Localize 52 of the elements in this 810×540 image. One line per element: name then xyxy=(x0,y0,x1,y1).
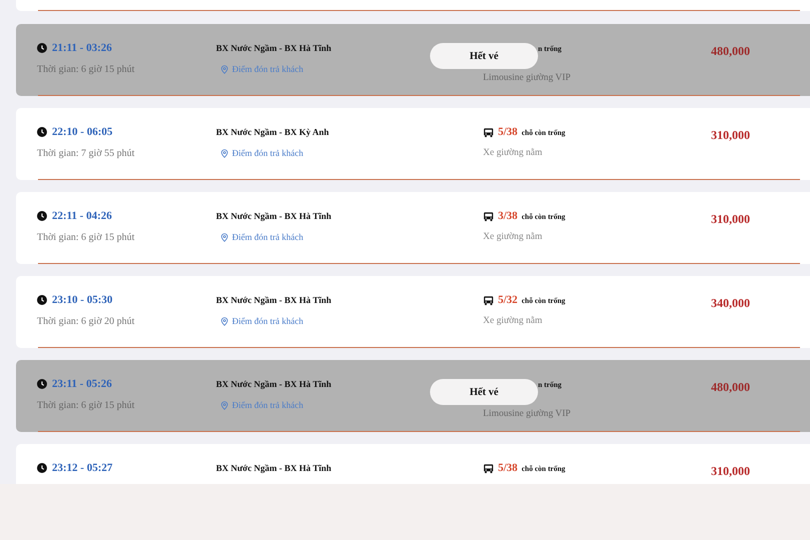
seat-count: 5/38 xyxy=(498,126,518,138)
clock-icon xyxy=(37,295,47,305)
trip-duration: Thời gian: 6 giờ 15 phút xyxy=(37,64,135,75)
location-pin-icon xyxy=(220,400,229,410)
route-name: BX Nước Ngầm - BX Hà Tĩnh xyxy=(216,43,332,53)
bus-icon xyxy=(483,294,494,306)
ticket-price: 310,000 xyxy=(711,212,750,226)
location-pin-icon xyxy=(220,64,229,74)
departure-time: 22:10 - 06:05 xyxy=(52,126,112,138)
clock-icon xyxy=(37,211,47,221)
vehicle-type: Limousine giường VIP xyxy=(483,409,571,419)
location-pin-icon xyxy=(220,316,229,326)
route-name: BX Nước Ngầm - BX Hà Tĩnh xyxy=(216,295,332,305)
seat-count: 5/32 xyxy=(498,294,518,306)
pickup-points-link[interactable]: Điểm đón trả khách xyxy=(232,316,304,326)
trip-duration: Thời gian: 6 giờ 15 phút xyxy=(37,400,135,411)
ticket-price: 310,000 xyxy=(711,128,750,142)
route-name: BX Nước Ngầm - BX Hà Tĩnh xyxy=(216,463,332,473)
route-name: BX Nước Ngầm - BX Hà Tĩnh xyxy=(216,379,332,389)
seat-count: 3/38 xyxy=(498,210,518,222)
bus-icon xyxy=(483,462,494,474)
route-name: BX Nước Ngầm - BX Hà Tĩnh xyxy=(216,211,332,221)
vehicle-type: Limousine giường VIP xyxy=(483,73,571,83)
sold-out-tag: Hết vé xyxy=(430,43,538,69)
ticket-price: 340,000 xyxy=(711,296,750,310)
ticket-price: 310,000 xyxy=(711,464,750,478)
seat-count: 5/38 xyxy=(498,462,518,474)
clock-icon xyxy=(37,463,47,473)
clock-icon xyxy=(37,127,47,137)
bus-icon xyxy=(483,210,494,222)
trip-duration: Thời gian: 6 giờ 15 phút xyxy=(37,232,135,243)
vehicle-type: Xe giường nằm xyxy=(483,148,542,158)
departure-time: 23:11 - 05:26 xyxy=(52,378,112,390)
departure-time: 21:11 - 03:26 xyxy=(52,42,112,54)
trip-duration: Thời gian: 7 giờ 55 phút xyxy=(37,148,135,159)
departure-time: 22:11 - 04:26 xyxy=(52,210,112,222)
vehicle-type: Xe giường nằm xyxy=(483,316,542,326)
departure-time: 23:12 - 05:27 xyxy=(52,462,112,474)
ticket-price: 480,000 xyxy=(711,44,750,58)
pickup-points-link[interactable]: Điểm đón trả khách xyxy=(232,148,304,158)
vehicle-type: Xe giường nằm xyxy=(483,232,542,242)
departure-time: 23:10 - 05:30 xyxy=(52,294,112,306)
location-pin-icon xyxy=(220,232,229,242)
pickup-points-link[interactable]: Điểm đón trả khách xyxy=(232,232,304,242)
sold-out-tag: Hết vé xyxy=(430,379,538,405)
ticket-price: 480,000 xyxy=(711,380,750,394)
clock-icon xyxy=(37,379,47,389)
bus-icon xyxy=(483,126,494,138)
trip-duration: Thời gian: 6 giờ 20 phút xyxy=(37,316,135,327)
location-pin-icon xyxy=(220,148,229,158)
clock-icon xyxy=(37,43,47,53)
route-name: BX Nước Ngầm - BX Kỳ Anh xyxy=(216,127,329,137)
